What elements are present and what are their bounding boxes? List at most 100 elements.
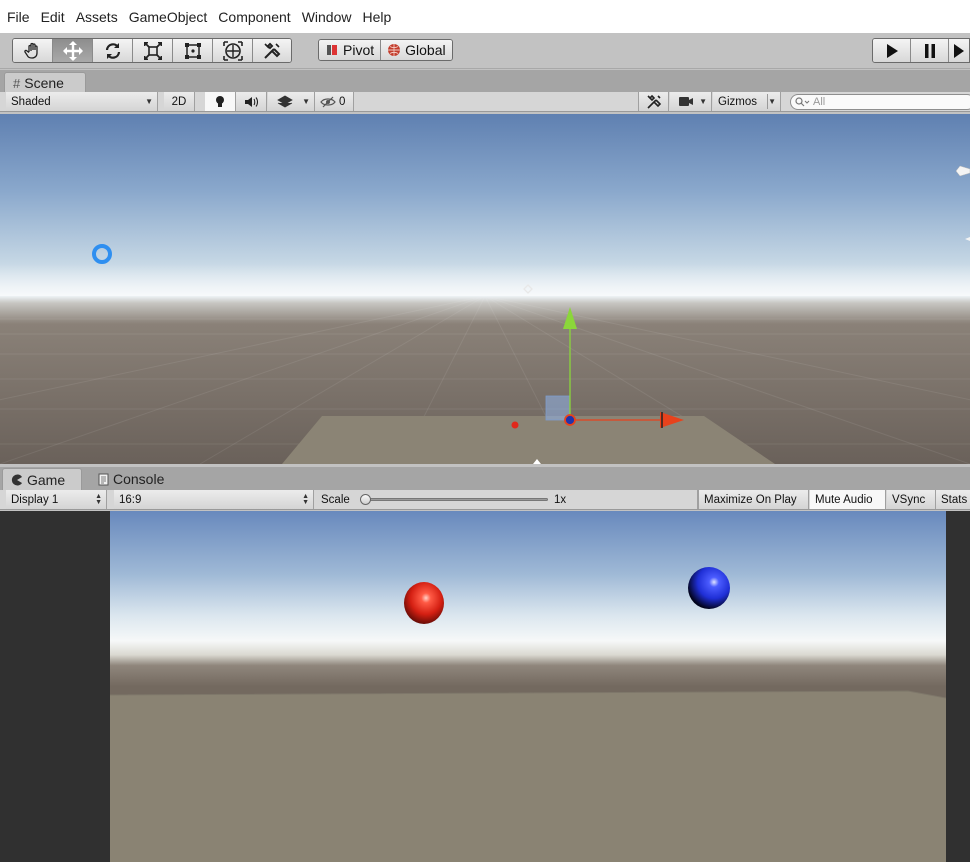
display-dropdown[interactable]: Display 1 ▲ ▼: [6, 490, 107, 509]
game-floor-plane: [110, 691, 946, 862]
gizmo-y-arrow[interactable]: [563, 307, 577, 329]
maximize-on-play-label: Maximize On Play: [704, 493, 797, 506]
mute-audio-label: Mute Audio: [815, 493, 873, 506]
game-tabstrip: Game Console: [0, 467, 970, 490]
menu-help[interactable]: Help: [362, 9, 391, 25]
global-toggle[interactable]: Global: [380, 40, 452, 60]
aspect-value: 16:9: [119, 493, 142, 506]
shading-mode-dropdown[interactable]: Shaded ▼: [6, 92, 158, 111]
camera-icon: [679, 97, 693, 106]
horizon-glow: [0, 264, 970, 296]
chevron-down-icon: ▼: [699, 97, 707, 106]
scene-tools-toggle[interactable]: [638, 92, 669, 111]
menu-file[interactable]: File: [7, 9, 30, 25]
play-button[interactable]: [873, 39, 911, 62]
transform-tool-button[interactable]: [213, 39, 253, 62]
aspect-dropdown[interactable]: 16:9 ▲ ▼: [114, 490, 314, 509]
scale-icon: [143, 41, 162, 60]
hand-icon: [23, 42, 38, 59]
orientation-axis-icon: [965, 237, 970, 241]
audio-toggle[interactable]: [236, 92, 267, 111]
move-arrows-icon: [62, 40, 83, 61]
playmode-controls: [872, 38, 970, 63]
hidden-count: 0: [339, 95, 346, 108]
directional-light-icon[interactable]: [92, 244, 112, 264]
pause-icon: [924, 43, 935, 58]
gizmos-label: Gizmos: [718, 95, 757, 108]
scene-search-input[interactable]: All: [790, 94, 970, 110]
step-icon: [954, 43, 964, 58]
menu-edit[interactable]: Edit: [41, 9, 65, 25]
tab-console[interactable]: Console: [90, 468, 180, 490]
scene-viewport[interactable]: [0, 114, 970, 464]
game-tab-label: Game: [27, 471, 66, 488]
mute-audio-toggle[interactable]: Mute Audio: [810, 490, 886, 509]
console-tab-label: Console: [113, 471, 165, 487]
red-sphere-object[interactable]: [511, 421, 519, 429]
eye-hidden-icon: [320, 96, 336, 107]
play-icon: [886, 43, 898, 58]
blue-sphere[interactable]: [688, 567, 730, 609]
scene-tabstrip: # Scene: [0, 70, 970, 93]
globe-icon: [388, 44, 401, 56]
pause-button[interactable]: [911, 39, 949, 62]
game-view-area: [0, 511, 970, 862]
hidden-objects-toggle[interactable]: 0: [315, 92, 354, 111]
transform-icon: [222, 40, 243, 61]
stats-label: Stats: [941, 493, 968, 506]
wrench-icon: [646, 94, 661, 109]
scene-canvas: [0, 165, 970, 464]
chevron-down-icon: ▼: [302, 97, 310, 106]
camera-settings-dropdown[interactable]: ▼: [670, 92, 712, 111]
menu-window[interactable]: Window: [302, 9, 352, 25]
updown-icon: ▲ ▼: [302, 492, 309, 506]
search-icon: [795, 97, 810, 107]
rect-tool-button[interactable]: [173, 39, 213, 62]
red-sphere[interactable]: [404, 582, 444, 624]
speaker-icon: [245, 96, 258, 107]
vsync-label: VSync: [892, 493, 926, 506]
custom-tool-button[interactable]: [253, 39, 291, 62]
pacman-icon: [11, 474, 22, 485]
tab-game[interactable]: Game: [2, 468, 82, 490]
tab-scene[interactable]: # Scene: [4, 72, 86, 93]
move-gizmo[interactable]: [545, 307, 684, 428]
2d-label: 2D: [171, 95, 187, 108]
menu-assets[interactable]: Assets: [76, 9, 118, 25]
scale-slider-track[interactable]: [360, 494, 548, 505]
main-toolbar: Pivot Global: [0, 33, 970, 69]
shading-mode-value: Shaded: [11, 95, 51, 108]
menu-bar: File Edit Assets GameObject Component Wi…: [0, 0, 970, 33]
scale-label: Scale: [321, 493, 350, 506]
gizmo-center[interactable]: [564, 414, 576, 426]
effects-dropdown[interactable]: ▼: [268, 92, 315, 111]
step-button[interactable]: [949, 39, 969, 62]
scene-orientation-gizmo[interactable]: [955, 165, 970, 177]
chevron-down-icon: ▼: [768, 97, 776, 106]
scale-tool-button[interactable]: [133, 39, 173, 62]
maximize-on-play-toggle[interactable]: Maximize On Play: [698, 490, 809, 509]
rotate-tool-button[interactable]: [93, 39, 133, 62]
game-toolbar: Display 1 ▲ ▼ 16:9 ▲ ▼ Scale 1x Maximize O…: [0, 490, 970, 510]
menu-gameobject[interactable]: GameObject: [129, 9, 208, 25]
game-canvas: [110, 567, 946, 862]
stats-toggle[interactable]: Stats: [936, 490, 970, 509]
effects-layers-icon: [277, 95, 293, 108]
lighting-toggle[interactable]: [205, 92, 236, 111]
gizmos-dropdown[interactable]: Gizmos ▼: [713, 92, 781, 111]
menu-component[interactable]: Component: [218, 9, 290, 25]
scale-control: Scale 1x: [316, 490, 698, 509]
pivot-icon: [327, 45, 337, 55]
transform-tools: [12, 38, 292, 63]
rotate-icon: [105, 42, 120, 59]
display-value: Display 1: [11, 493, 59, 506]
move-tool-button[interactable]: [53, 39, 93, 62]
hand-tool-button[interactable]: [13, 39, 53, 62]
lightbulb-icon: [216, 96, 224, 107]
2d-toggle[interactable]: 2D: [164, 92, 195, 111]
scale-slider-thumb[interactable]: [360, 494, 371, 505]
game-viewport[interactable]: [110, 511, 946, 862]
pivot-toggle[interactable]: Pivot: [319, 40, 381, 60]
console-document-icon: [98, 473, 109, 485]
vsync-toggle[interactable]: VSync: [887, 490, 936, 509]
